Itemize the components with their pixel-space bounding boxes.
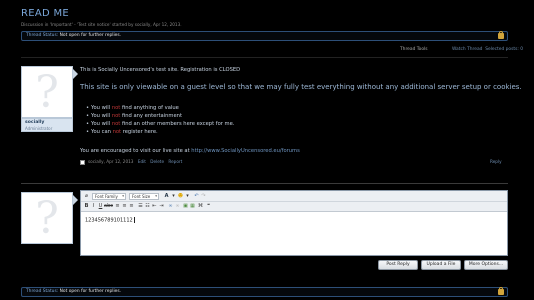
remove-format-icon[interactable]: ⌀: [83, 193, 90, 200]
thread-status-value: Not open for further replies.: [59, 33, 122, 38]
image-icon[interactable]: ▣: [182, 203, 189, 210]
more-options-button[interactable]: More Options...: [464, 260, 508, 270]
align-center-icon[interactable]: ≡: [121, 203, 128, 210]
reply-avatar-pointer: [73, 195, 78, 205]
list-item: You will not find any entertainment: [86, 112, 234, 120]
font-size-select[interactable]: Font Size ▾: [129, 193, 159, 200]
upload-file-button[interactable]: Upload a File: [421, 260, 461, 270]
post-meta: socially, Apr 12, 2013 Edit Delete Repor…: [80, 159, 182, 165]
text-color-icon[interactable]: A: [163, 193, 170, 200]
message-notice: This site is only viewable on a guest le…: [80, 83, 522, 91]
message-intro: This is Socially Uncensored's test site.…: [80, 67, 241, 73]
post-divider: [21, 183, 508, 184]
unlink-icon[interactable]: ∞: [174, 203, 181, 210]
report-link[interactable]: Report: [168, 159, 182, 164]
bullet-list-icon[interactable]: ☰: [137, 203, 144, 210]
message-footer: You are encouraged to visit our live sit…: [80, 148, 300, 154]
indent-icon[interactable]: ⇥: [158, 203, 165, 210]
font-family-select[interactable]: Font Family ▾: [92, 193, 126, 200]
code-icon[interactable]: ⌘: [197, 203, 204, 210]
reply-link[interactable]: Reply: [490, 159, 502, 164]
select-post-checkbox[interactable]: [80, 159, 85, 165]
quote-icon[interactable]: ❝: [205, 203, 212, 210]
list-item: You can not register here.: [86, 128, 234, 136]
redo-icon[interactable]: ↷: [200, 193, 207, 200]
thread-actions: Watch Thread Selected posts: 0: [452, 47, 523, 52]
media-icon[interactable]: ▦: [189, 203, 196, 210]
user-info: socially Administrator: [21, 118, 73, 132]
editor-toolbar-bottom: B I U abc ≡ ≡ ≡ ☰ ☷ ⇤ ⇥ ∞ ∞ ▣ ▦ ⌘ ❝: [81, 202, 507, 212]
bold-icon[interactable]: B: [83, 203, 90, 210]
undo-icon[interactable]: ↶: [193, 193, 200, 200]
outdent-icon[interactable]: ⇤: [151, 203, 158, 210]
align-left-icon[interactable]: ≡: [114, 203, 121, 210]
avatar[interactable]: ?: [21, 66, 73, 118]
page-title: READ ME: [21, 8, 70, 19]
lock-icon: [498, 31, 504, 39]
smiley-icon[interactable]: ☻: [177, 193, 184, 200]
user-role: Administrator: [25, 126, 53, 131]
list-item: You will not find anything of value: [86, 104, 234, 112]
thread-status-label: Thread Status:: [26, 33, 59, 38]
text-caret: [133, 217, 135, 223]
numbered-list-icon[interactable]: ☷: [144, 203, 151, 210]
italic-icon[interactable]: I: [90, 203, 97, 210]
watch-thread-link[interactable]: Watch Thread: [452, 47, 482, 52]
thread-tools-menu[interactable]: Thread Tools: [400, 47, 428, 52]
default-avatar-icon: ?: [35, 66, 59, 118]
editor-text-area[interactable]: 123456789101112: [85, 217, 135, 224]
avatar-pointer: [73, 69, 78, 79]
reply-avatar: ?: [21, 192, 73, 244]
list-item: You will not find an other members here …: [86, 120, 234, 128]
default-avatar-icon: ?: [35, 192, 59, 244]
chevron-down-icon[interactable]: ▾: [184, 193, 191, 200]
post-date[interactable]: socially, Apr 12, 2013: [88, 159, 133, 164]
delete-link[interactable]: Delete: [150, 159, 164, 164]
reply-editor[interactable]: ⌀ Font Family ▾ Font Size ▾ A ▾ ☻ ▾ ↶ ↷ B …: [80, 190, 508, 256]
message-list: You will not find anything of value You …: [86, 104, 234, 136]
link-icon[interactable]: ∞: [167, 203, 174, 210]
username-link[interactable]: socially: [25, 120, 44, 125]
selected-posts-counter[interactable]: Selected posts: 0: [485, 47, 523, 52]
thread-status-value: Not open for further replies.: [59, 289, 122, 294]
toolbar-divider: [21, 57, 508, 58]
live-site-link[interactable]: http://www.SociallyUncensored.eu/forums: [191, 148, 300, 154]
chevron-down-icon[interactable]: ▾: [170, 193, 177, 200]
strikethrough-icon[interactable]: abc: [104, 203, 113, 210]
thread-status-label: Thread Status:: [26, 289, 59, 294]
edit-link[interactable]: Edit: [138, 159, 146, 164]
underline-icon[interactable]: U: [97, 203, 104, 210]
editor-toolbar-top: ⌀ Font Family ▾ Font Size ▾ A ▾ ☻ ▾ ↶ ↷: [81, 191, 507, 202]
forum-link[interactable]: 'Important': [50, 22, 73, 27]
post-reply-button[interactable]: Post Reply: [378, 260, 418, 270]
thread-status-bar-bottom: Thread Status: Not open for further repl…: [21, 287, 508, 297]
author-link[interactable]: socially: [135, 22, 151, 27]
thread-description: Discussion in 'Important' - 'Test site n…: [21, 22, 182, 27]
lock-icon: [498, 287, 504, 295]
align-right-icon[interactable]: ≡: [128, 203, 135, 210]
thread-status-bar: Thread Status: Not open for further repl…: [21, 31, 508, 41]
